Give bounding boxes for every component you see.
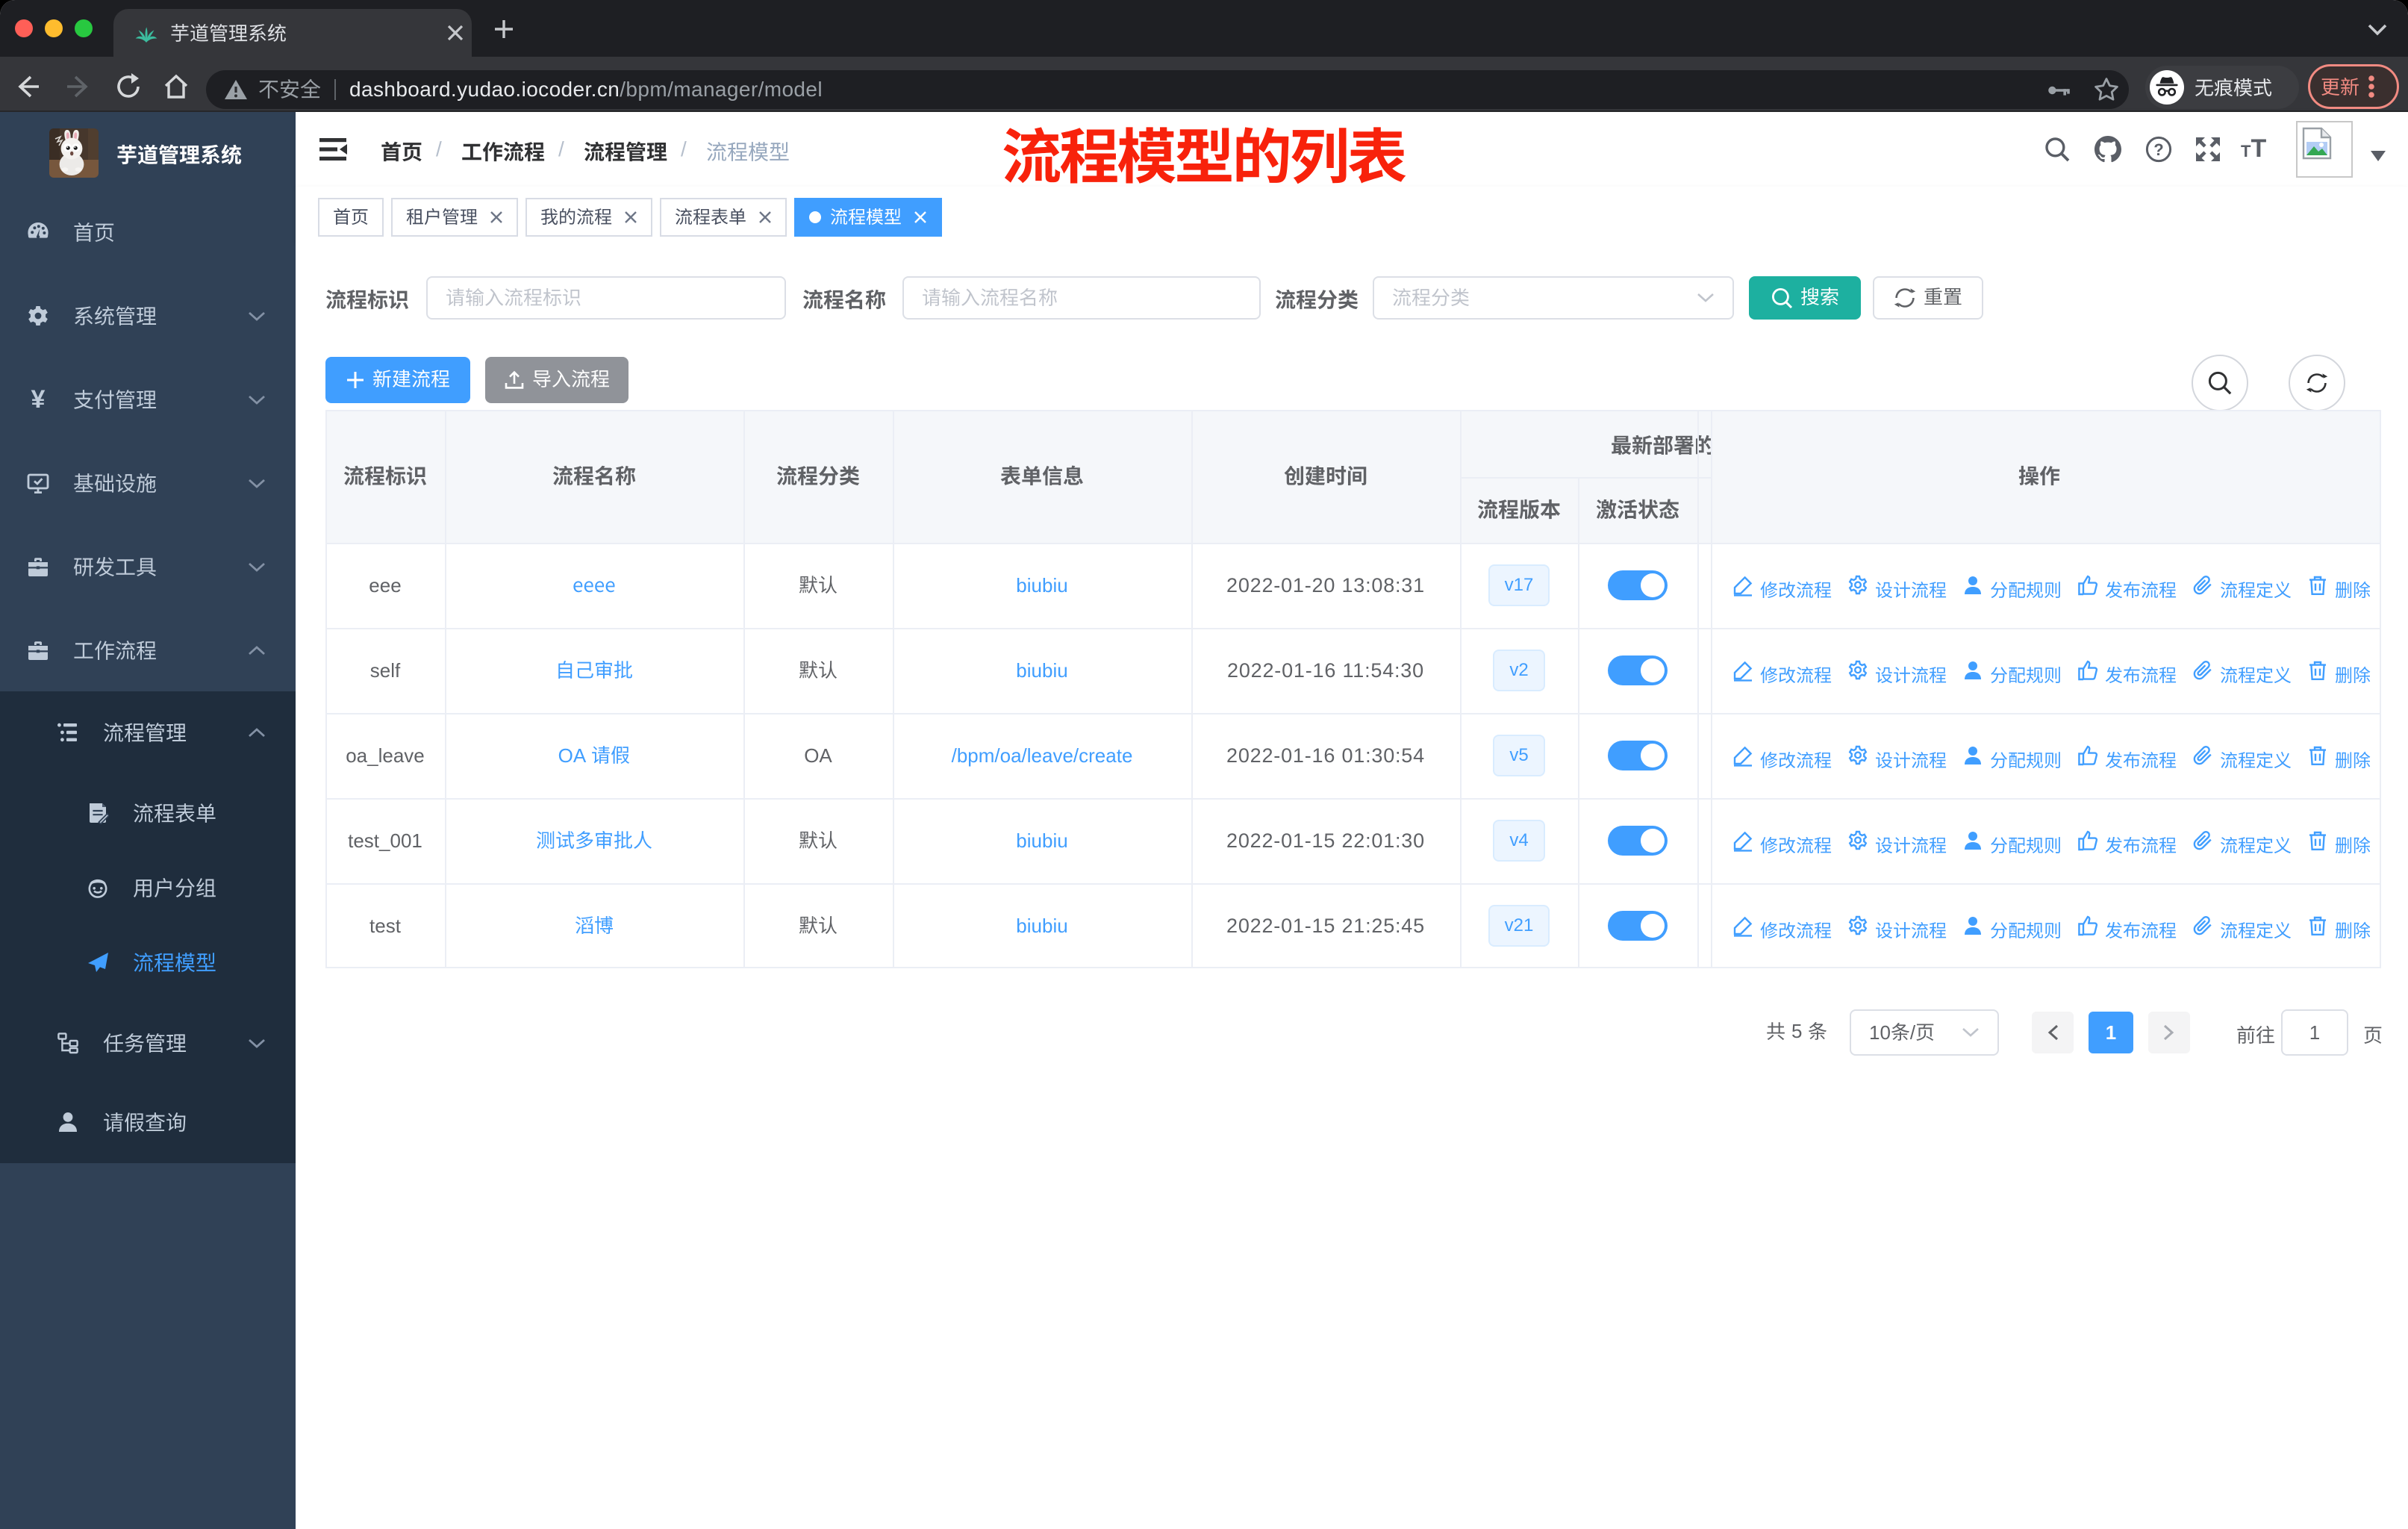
svg-text:?: ? [2153, 140, 2163, 159]
